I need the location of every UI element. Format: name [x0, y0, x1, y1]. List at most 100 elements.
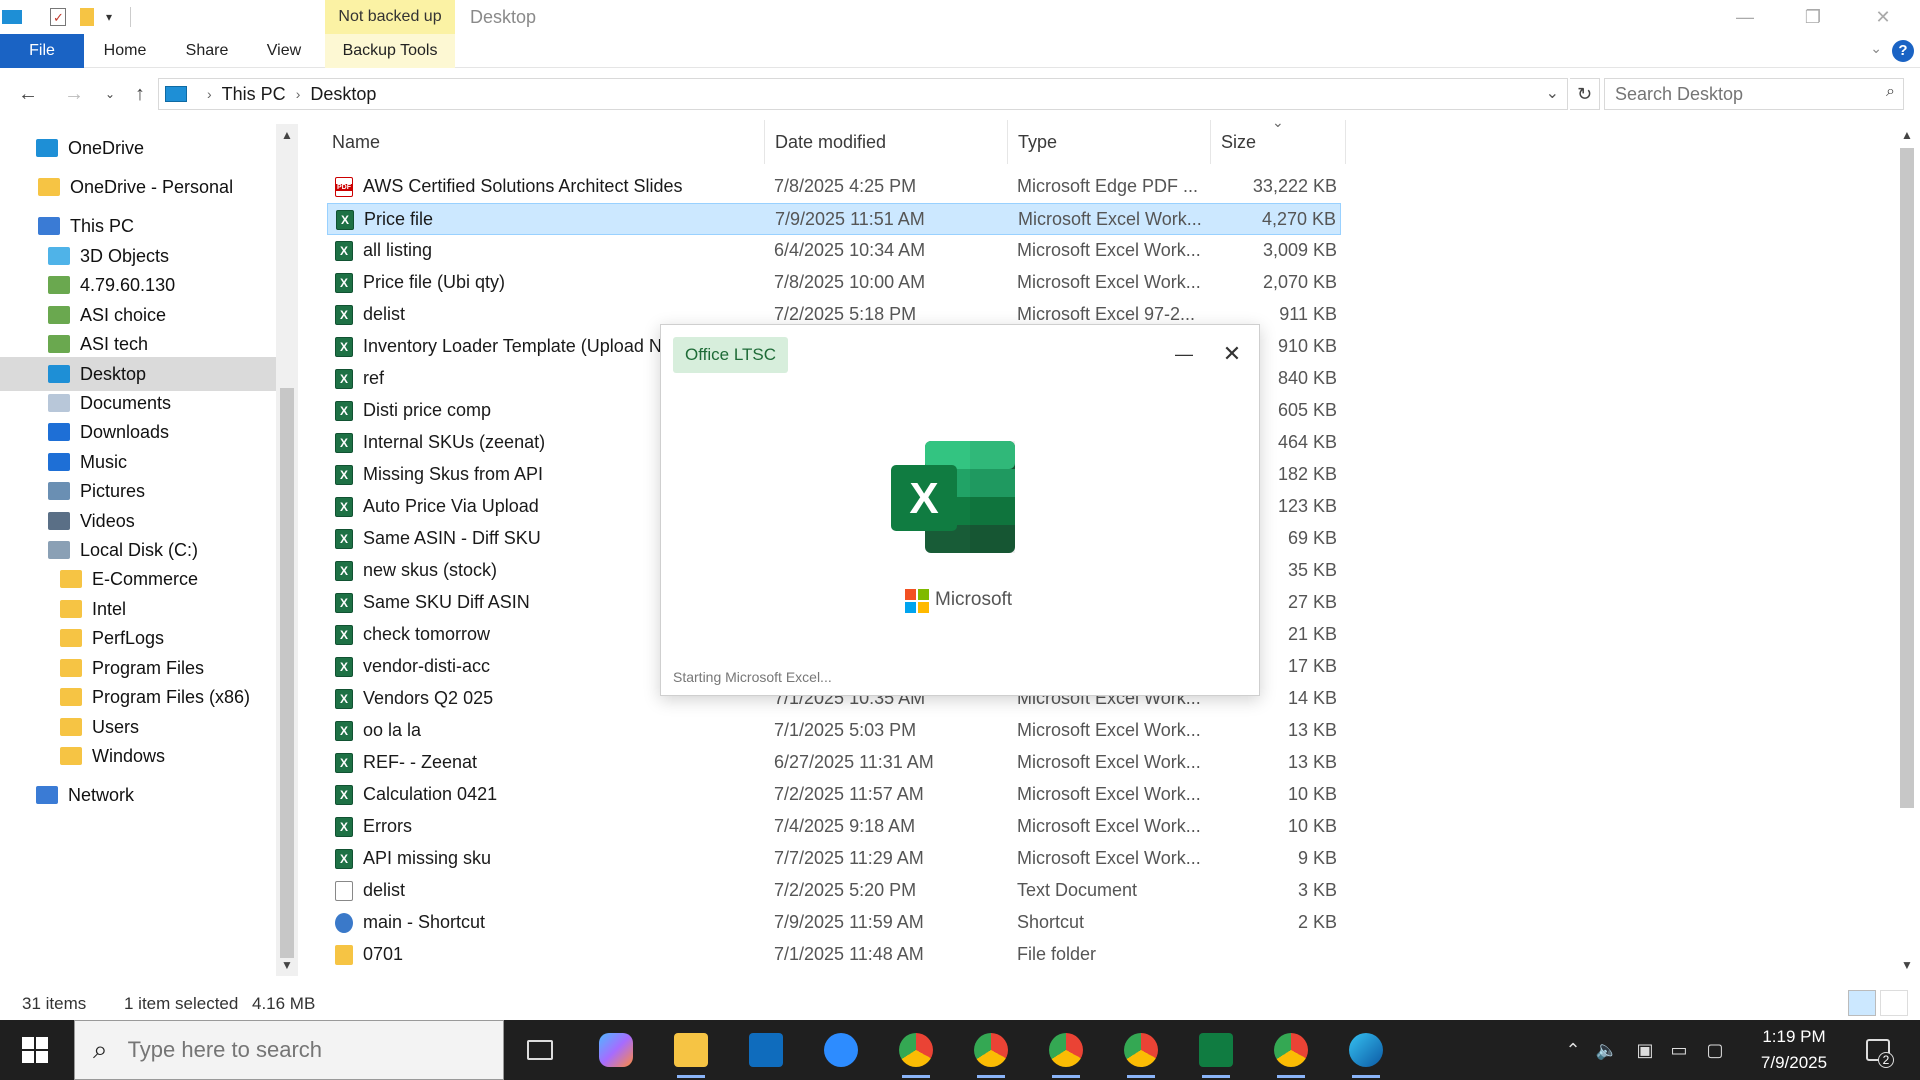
scrollbar-thumb[interactable] [1900, 148, 1914, 808]
sidebar-item-label: Intel [92, 598, 127, 619]
file-type: Microsoft Excel Work... [1017, 720, 1201, 740]
chrome-profile-5-icon[interactable] [1269, 1028, 1313, 1078]
sidebar-item-label: Music [80, 451, 128, 472]
file-name: Price file [364, 209, 434, 229]
table-row[interactable]: main - Shortcut 7/9/2025 11:59 AM Shortcut… [327, 907, 1341, 939]
file-name: AWS Certified Solutions Architect Slides… [363, 176, 683, 196]
table-row[interactable]: API missing sku 7/7/2025 11:29 AM Microsof… [327, 843, 1341, 875]
sidebar-item-windows[interactable]: Windows [0, 739, 276, 773]
file-size: 14 KB [1287, 688, 1337, 708]
scroll-down-icon[interactable]: ▼ [1896, 954, 1918, 976]
new-folder-icon[interactable] [80, 8, 94, 26]
zoom-icon[interactable] [819, 1028, 863, 1072]
breadcrumb-desktop[interactable]: Desktop [310, 84, 376, 105]
table-row[interactable]: Calculation 0421 7/2/2025 11:57 AM Microso… [327, 779, 1341, 811]
splash-close-button[interactable]: ✕ [1217, 339, 1247, 369]
edge-icon[interactable] [1344, 1028, 1388, 1078]
volume-icon[interactable]: 🔈 [1594, 1020, 1620, 1080]
table-row[interactable]: 0701 7/1/2025 11:48 AM File folder [327, 939, 1341, 971]
back-icon[interactable]: ← [12, 78, 44, 110]
start-icon[interactable] [22, 1037, 48, 1063]
copilot-icon[interactable] [594, 1028, 638, 1072]
forward-icon[interactable]: → [58, 78, 90, 110]
sidebar-item-onedrive[interactable]: OneDrive [0, 131, 276, 165]
sidebar-item-4-79-60-130[interactable]: 4.79.60.130 [0, 268, 276, 302]
refresh-icon[interactable]: ↻ [1570, 78, 1600, 110]
chrome-icon[interactable] [894, 1028, 938, 1078]
table-row[interactable]: delist 7/2/2025 5:20 PM Text Document 3 KB [327, 875, 1341, 907]
scrollbar-thumb[interactable] [280, 388, 294, 958]
column-name[interactable]: Name [322, 120, 765, 164]
tab-share[interactable]: Share [176, 34, 238, 68]
table-row[interactable]: REF- - Zeenat 6/27/2025 11:31 AM Microsoft… [327, 747, 1341, 779]
excel-file-icon [335, 721, 353, 741]
expand-ribbon-icon[interactable]: ⌄ [1870, 40, 1882, 57]
recent-locations-icon[interactable]: ⌄ [94, 78, 126, 110]
customize-toolbar-icon[interactable]: ▾ [106, 10, 112, 24]
search-box[interactable]: ⌕ [1604, 78, 1904, 110]
sidebar-item-program-files-x86[interactable]: Program Files (x86) [0, 680, 276, 714]
scroll-down-icon[interactable]: ▼ [276, 954, 298, 976]
task-view-icon[interactable] [518, 1028, 562, 1072]
folder-icon [60, 659, 82, 677]
sidebar-item-network[interactable]: Network [0, 778, 276, 812]
tab-backup-tools[interactable]: Backup Tools [325, 34, 455, 68]
restore-button[interactable]: ❐ [1778, 0, 1848, 34]
table-row[interactable]: Price file 7/9/2025 11:51 AM Microsoft Exc… [327, 203, 1341, 235]
battery-icon[interactable]: ▭ [1666, 1020, 1692, 1080]
notifications-icon[interactable]: 2 [1858, 1020, 1898, 1080]
notification-count: 2 [1878, 1052, 1894, 1068]
file-list-scrollbar[interactable]: ▲ ▼ [1896, 124, 1918, 976]
tab-file[interactable]: File [0, 34, 84, 68]
search-input[interactable] [1615, 83, 1855, 105]
taskbar-clock[interactable]: 1:19 PM 7/9/2025 [1740, 1024, 1848, 1076]
properties-icon[interactable]: ✓ [50, 8, 66, 26]
sidebar-item-pictures[interactable]: Pictures [0, 474, 276, 508]
large-icons-view-icon[interactable] [1880, 990, 1908, 1016]
scroll-up-icon[interactable]: ▲ [276, 124, 298, 146]
breadcrumb-this-pc[interactable]: This PC [222, 84, 286, 105]
address-dropdown-icon[interactable]: ⌄ [1546, 83, 1559, 103]
table-row[interactable]: Errors 7/4/2025 9:18 AM Microsoft Excel Wo… [327, 811, 1341, 843]
table-row[interactable]: oo la la 7/1/2025 5:03 PM Microsoft Excel … [327, 715, 1341, 747]
help-icon[interactable]: ? [1892, 40, 1914, 62]
navigation-pane-scrollbar[interactable]: ▲ ▼ [276, 124, 298, 976]
excel-file-icon [335, 401, 353, 421]
taskbar-search-input[interactable] [127, 1037, 458, 1063]
close-button[interactable]: ✕ [1848, 0, 1918, 34]
sidebar-item-asi-tech[interactable]: ASI tech [0, 327, 276, 361]
network-status-icon[interactable]: ▢ [1702, 1020, 1728, 1080]
show-hidden-icons-icon[interactable]: ⌃ [1560, 1020, 1586, 1080]
sidebar-item-perflogs[interactable]: PerfLogs [0, 621, 276, 655]
table-row[interactable]: all listing 6/4/2025 10:34 AM Microsoft Ex… [327, 235, 1341, 267]
sidebar-item-e-commerce[interactable]: E-Commerce [0, 562, 276, 596]
outlook-icon[interactable] [744, 1028, 788, 1072]
table-row[interactable]: Price file (Ubi qty) 7/8/2025 10:00 AM Mic… [327, 267, 1341, 299]
file-type: Shortcut [1017, 912, 1085, 932]
search-icon[interactable]: ⌕ [1886, 83, 1895, 101]
address-bar[interactable]: › This PC › Desktop ⌄ [158, 78, 1568, 110]
splash-minimize-button[interactable]: — [1169, 339, 1199, 369]
taskbar-search-box[interactable]: ⌕ [74, 1020, 504, 1080]
sidebar-item-onedrive-personal[interactable]: OneDrive - Personal [0, 170, 276, 204]
chrome-profile-4-icon[interactable] [1119, 1028, 1163, 1078]
up-icon[interactable]: ↑ [124, 78, 156, 110]
chrome-profile-3-icon[interactable] [1044, 1028, 1088, 1078]
folder-icon [60, 629, 82, 647]
file-explorer-icon[interactable] [669, 1028, 713, 1078]
sidebar-item-this-pc[interactable]: This PC [0, 209, 276, 243]
minimize-button[interactable]: — [1710, 0, 1780, 34]
excel-taskbar-icon[interactable] [1194, 1028, 1238, 1078]
details-view-icon[interactable] [1848, 990, 1876, 1016]
meet-now-icon[interactable]: ▣ [1632, 1020, 1658, 1080]
table-row[interactable]: AWS Certified Solutions Architect Slides… [327, 171, 1341, 203]
column-date-modified[interactable]: Date modified [765, 120, 1008, 164]
chrome-profile-2-icon[interactable] [969, 1028, 1013, 1078]
tab-home[interactable]: Home [94, 34, 156, 68]
sidebar-item-downloads[interactable]: Downloads [0, 415, 276, 449]
tab-view[interactable]: View [256, 34, 312, 68]
sidebar-item-label: ASI choice [80, 304, 167, 325]
sidebar-item-label: Windows [92, 745, 166, 766]
column-type[interactable]: Type [1008, 120, 1211, 164]
scroll-up-icon[interactable]: ▲ [1896, 124, 1918, 146]
